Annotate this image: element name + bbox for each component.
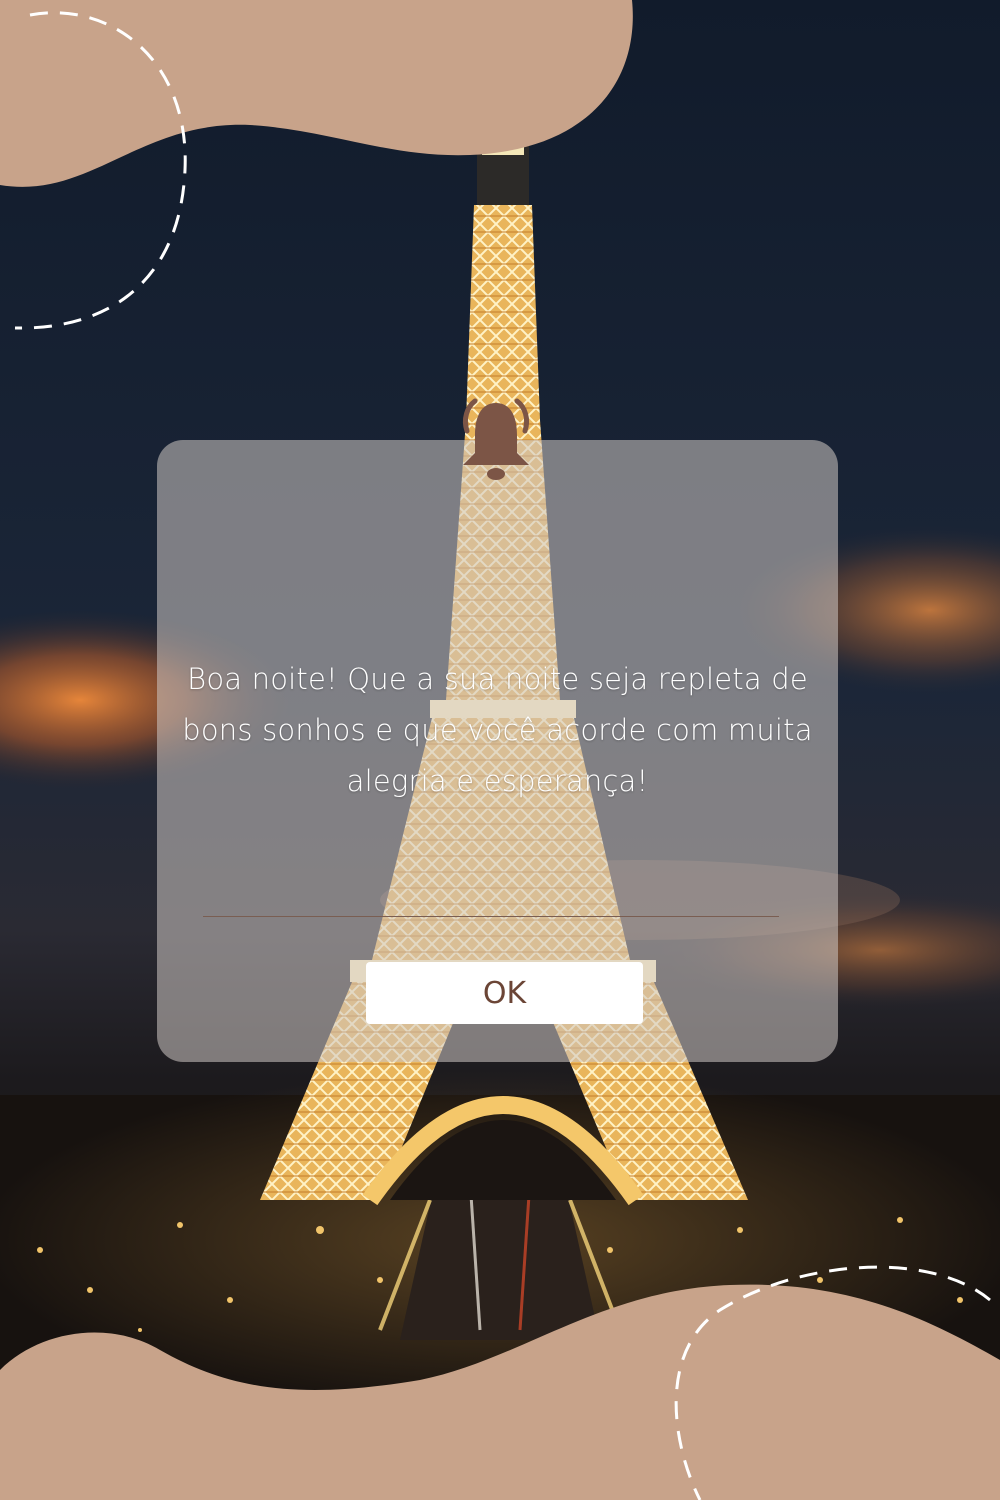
bell-icon bbox=[462, 398, 530, 480]
notification-dialog: Boa noite! Que a sua noite seja repleta … bbox=[157, 440, 838, 1062]
ok-button[interactable]: OK bbox=[366, 962, 643, 1024]
dialog-divider bbox=[203, 916, 779, 917]
dialog-message: Boa noite! Que a sua noite seja repleta … bbox=[182, 662, 813, 798]
